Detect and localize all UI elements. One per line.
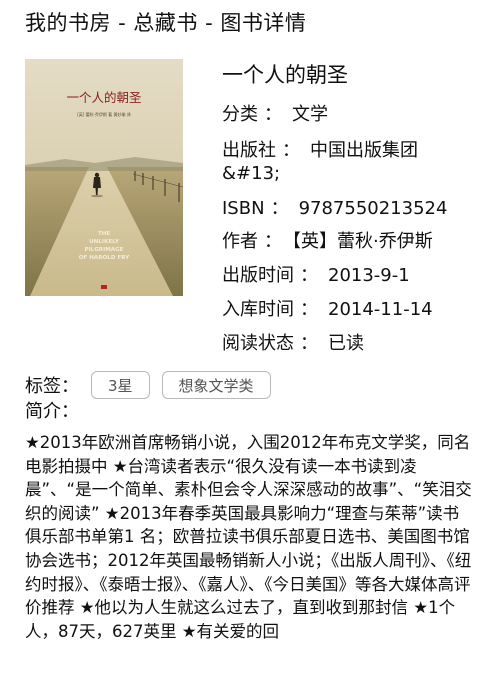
meta-label: ISBN bbox=[222, 198, 265, 219]
tag-button-genre[interactable]: 想象文学类 bbox=[161, 371, 271, 399]
meta-value: 【英】蕾秋·乔伊斯 bbox=[292, 231, 433, 252]
cover-title-en-3: PILGRIMAGE bbox=[84, 247, 123, 253]
meta-row-stock-date: 入库时间： 2014-11-14 bbox=[222, 299, 433, 320]
page-title: 我的书房 - 总藏书 - 图书详情 bbox=[25, 11, 307, 35]
cover-title-cn: 一个人的朝圣 bbox=[66, 90, 142, 105]
meta-row-author: 作者：【英】蕾秋·乔伊斯 bbox=[222, 231, 433, 252]
meta-value: &#13; bbox=[222, 163, 281, 184]
meta-label: 作者 bbox=[222, 231, 258, 252]
meta-label: 阅读状态 bbox=[222, 333, 294, 354]
meta-row-isbn: ISBN： 9787550213524 bbox=[222, 198, 448, 219]
meta-value: 已读 bbox=[328, 333, 364, 354]
tags-row: 标签： 3星 想象文学类 bbox=[25, 370, 283, 400]
meta-label: 出版社 bbox=[222, 140, 276, 161]
meta-row-publisher-entity: &#13; bbox=[222, 161, 280, 187]
meta-value: 9787550213524 bbox=[298, 198, 448, 219]
book-title: 一个人的朝圣 bbox=[222, 63, 348, 87]
meta-row-publish-date: 出版时间： 2013-9-1 bbox=[222, 265, 410, 286]
meta-label: 分类 bbox=[222, 104, 258, 125]
cover-title-en-4: OF HAROLD FRY bbox=[79, 255, 131, 261]
summary-label: 简介： bbox=[25, 401, 79, 422]
meta-row-category: 分类：文学 bbox=[222, 104, 328, 125]
meta-row-read-status: 阅读状态：已读 bbox=[222, 333, 364, 354]
meta-value: 中国出版集团 bbox=[310, 140, 418, 161]
meta-label: 入库时间 bbox=[222, 299, 294, 320]
meta-label: 出版时间 bbox=[222, 265, 294, 286]
meta-value: 2013-9-1 bbox=[328, 265, 410, 286]
summary-text: ★2013年欧洲首席畅销小说，入围2012年布克文学奖，同名电影拍摄中 ★台湾读… bbox=[25, 433, 472, 641]
book-cover-image: 一个人的朝圣 [英] 蕾秋·乔伊斯 著 黄妙瑜 译 THE UNLIKELY P… bbox=[25, 59, 183, 296]
cover-author-line: [英] 蕾秋·乔伊斯 著 黄妙瑜 译 bbox=[77, 111, 130, 117]
cover-title-en-2: UNLIKELY bbox=[89, 239, 120, 245]
cover-title-en-1: THE bbox=[98, 231, 110, 237]
meta-value: 2014-11-14 bbox=[328, 299, 433, 320]
tag-button-rating[interactable]: 3星 bbox=[91, 371, 150, 399]
meta-value: 文学 bbox=[292, 104, 328, 125]
tags-label: 标签： bbox=[25, 376, 79, 397]
